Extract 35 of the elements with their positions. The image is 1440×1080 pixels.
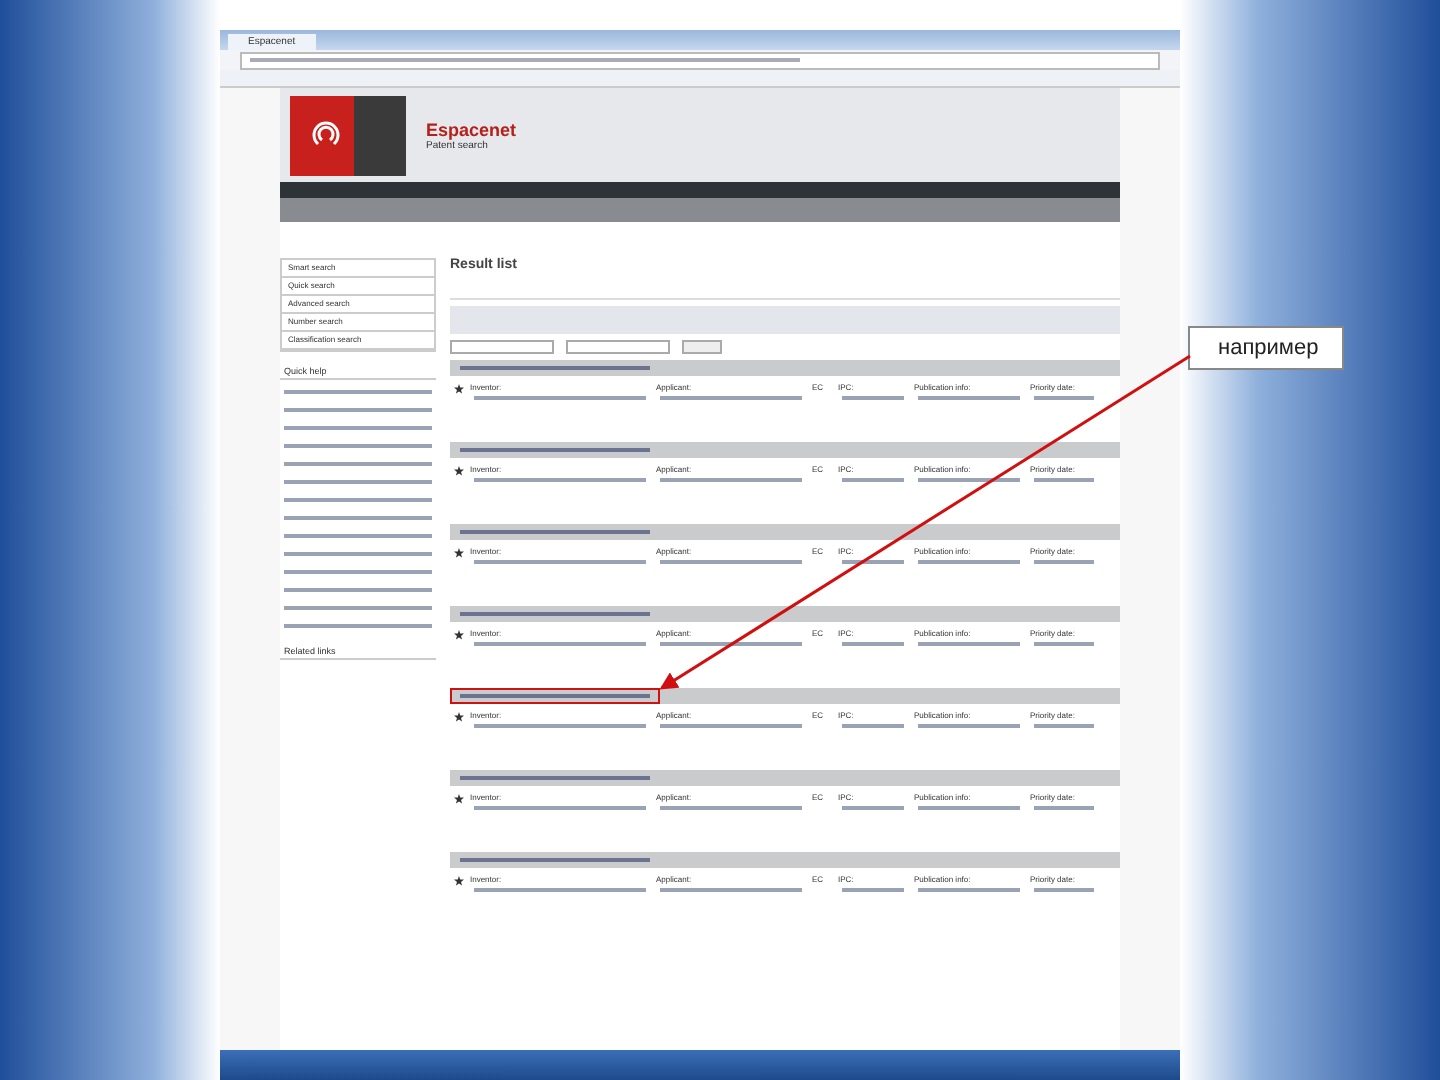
star-icon[interactable] <box>454 384 464 394</box>
star-icon[interactable] <box>454 466 464 476</box>
star-icon[interactable] <box>454 548 464 558</box>
sort-dropdown[interactable] <box>566 340 670 354</box>
sort-dropdown[interactable] <box>450 340 554 354</box>
sort-button[interactable] <box>682 340 722 354</box>
logo-icon <box>290 95 406 175</box>
help-link[interactable] <box>284 498 432 502</box>
help-link[interactable] <box>284 588 432 592</box>
result-title-link[interactable] <box>460 448 650 452</box>
result-title-link[interactable] <box>460 776 650 780</box>
help-link[interactable] <box>284 570 432 574</box>
help-link[interactable] <box>284 534 432 538</box>
help-link[interactable] <box>284 606 432 610</box>
result-title-link[interactable] <box>460 366 650 370</box>
address-field[interactable] <box>240 51 1160 69</box>
help-link[interactable] <box>284 390 432 394</box>
callout-label: например <box>1188 326 1345 370</box>
help-link[interactable] <box>284 480 432 484</box>
help-link[interactable] <box>284 408 432 412</box>
result-title-link[interactable] <box>460 530 650 534</box>
result-title-link[interactable] <box>460 612 650 616</box>
star-icon[interactable] <box>454 876 464 886</box>
star-icon[interactable] <box>454 794 464 804</box>
result-title-link[interactable] <box>460 858 650 862</box>
star-icon[interactable] <box>454 712 464 722</box>
help-link[interactable] <box>284 624 432 628</box>
help-link[interactable] <box>284 552 432 556</box>
help-link[interactable] <box>284 426 432 430</box>
help-link[interactable] <box>284 462 432 466</box>
help-link[interactable] <box>284 444 432 448</box>
site-title: Espacenet <box>426 119 517 139</box>
result-title-link[interactable] <box>460 694 650 698</box>
star-icon[interactable] <box>454 630 464 640</box>
help-link[interactable] <box>284 516 432 520</box>
